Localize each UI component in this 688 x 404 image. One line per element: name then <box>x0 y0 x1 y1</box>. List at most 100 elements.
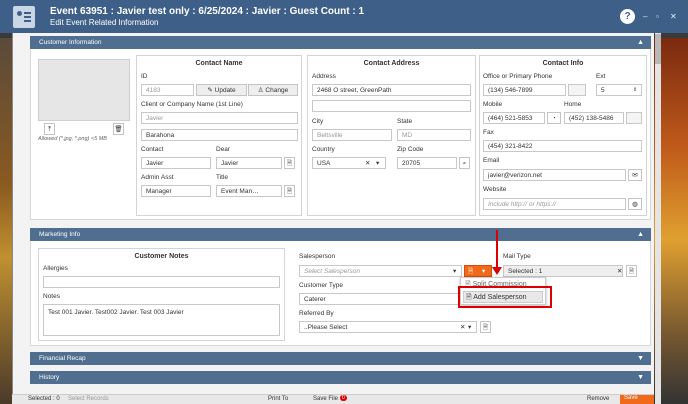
marketing-info-title: Marketing Info <box>39 231 81 238</box>
state-field[interactable]: MD <box>397 129 471 141</box>
address-field[interactable]: 2468 O street, GreenPath <box>312 84 471 96</box>
address-label: Address <box>312 73 336 80</box>
chevron-up-icon[interactable]: ▲ <box>637 36 644 49</box>
phone-action[interactable] <box>568 84 586 96</box>
customer-info-header[interactable]: Customer Information ▲ <box>30 36 651 49</box>
mail-type-value: Selected : 1 <box>508 268 543 275</box>
window-subtitle: Edit Event Related Information <box>50 18 159 27</box>
id-field[interactable]: 4183 <box>141 84 194 96</box>
client-label: Client or Company Name (1st Line) <box>141 101 243 108</box>
clear-icon[interactable]: ✕ <box>617 266 622 276</box>
chevron-up-icon[interactable]: ▲ <box>637 228 644 241</box>
country-select[interactable]: USA ✕ ▾ <box>312 157 386 169</box>
mail-type-label: Mail Type <box>503 253 531 260</box>
title-label: Title <box>216 174 229 181</box>
website-field[interactable]: Include http:// or https:// <box>483 198 626 210</box>
document-icon[interactable]: 🗎 <box>480 321 491 333</box>
clear-icon[interactable]: ✕ <box>460 322 465 332</box>
dear-label: Dear <box>216 146 231 153</box>
referred-by-label: Referred By <box>299 310 334 317</box>
mail-icon[interactable]: ✉ <box>628 169 642 181</box>
scrollbar-thumb[interactable] <box>655 34 661 64</box>
minimize-button[interactable]: – <box>643 12 647 21</box>
select-records[interactable]: Select Records <box>68 396 109 402</box>
pencil-icon: ✎ <box>207 87 215 94</box>
admin-asst-field[interactable]: Manager <box>141 185 211 197</box>
document-icon[interactable]: 🗎 <box>284 157 295 169</box>
window-title: Event 63951 : Javier test only : 6/25/20… <box>50 6 365 17</box>
address-line2-field[interactable] <box>312 100 471 112</box>
home-field[interactable]: (452) 138-5486 <box>564 112 624 124</box>
title-select[interactable]: Event Man… <box>216 185 282 197</box>
allergies-field[interactable] <box>43 276 280 288</box>
chevron-down-icon[interactable]: ▾ <box>468 322 471 332</box>
ext-label: Ext <box>596 73 606 80</box>
update-label: Update <box>214 87 236 94</box>
ext-field[interactable]: 5 ⇕ <box>596 84 642 96</box>
chevron-down-icon[interactable]: ▼ <box>637 352 644 365</box>
print-to-button[interactable]: Print To <box>268 396 288 402</box>
chevron-down-icon[interactable]: ▼ <box>637 371 644 384</box>
search-icon[interactable]: ⌕ <box>459 157 470 169</box>
country-label: Country <box>312 146 335 153</box>
scrollbar[interactable] <box>655 33 661 404</box>
city-label: City <box>312 118 324 125</box>
website-label: Website <box>483 186 507 193</box>
upload-icon[interactable]: ⤒ <box>44 123 55 135</box>
customer-info-title: Customer Information <box>39 39 102 46</box>
contact-card-icon <box>13 6 35 28</box>
contact-label: Contact <box>141 146 164 153</box>
zip-field[interactable]: 20705 <box>397 157 457 169</box>
salesperson-select[interactable]: Select Salesperson ▾ <box>299 265 462 277</box>
contact-info-title: Contact Info <box>542 60 584 67</box>
zip-label: Zip Code <box>397 146 424 153</box>
client-line1-field[interactable]: Javier <box>141 112 298 124</box>
contact-field[interactable]: Javier <box>141 157 211 169</box>
selected-count: Selected : 0 <box>28 396 60 402</box>
close-button[interactable]: ✕ <box>670 12 677 21</box>
help-button[interactable]: ? <box>620 9 635 24</box>
email-label: Email <box>483 157 500 164</box>
rss-icon[interactable]: ◔ <box>547 112 561 124</box>
state-label: State <box>397 118 413 125</box>
customer-notes-title: Customer Notes <box>134 253 189 260</box>
caret-down-icon: ▾ <box>482 268 486 275</box>
admin-asst-label: Admin Asst <box>141 174 174 181</box>
highlight-box <box>458 286 552 308</box>
mobile-field[interactable]: (464) 521-5853 <box>483 112 545 124</box>
marketing-info-header[interactable]: Marketing Info ▲ <box>30 228 651 241</box>
change-button[interactable]: ♙ Change <box>248 84 298 96</box>
salesperson-actions-button[interactable]: 🗎 ▾ <box>464 265 492 277</box>
maximize-button[interactable]: ▫ <box>656 12 659 21</box>
fax-field[interactable]: (454) 321-8422 <box>483 140 642 152</box>
referred-by-select[interactable]: ..Please Select ✕ ▾ <box>299 321 477 333</box>
notes-textarea[interactable]: Test 001 Javier. Test002 Javier. Test 00… <box>43 304 280 336</box>
footer-bar: Selected : 0 Select Records Print To Sav… <box>12 394 654 404</box>
phone-label: Office or Primary Phone <box>483 73 553 80</box>
client-line2-field[interactable]: Barahona <box>141 129 298 141</box>
document-icon: 🗎 <box>468 268 474 275</box>
home-action[interactable] <box>626 112 642 124</box>
phone-field[interactable]: (134) 546-7899 <box>483 84 566 96</box>
globe-icon[interactable]: ◍ <box>628 198 642 210</box>
update-button[interactable]: ✎ Update <box>196 84 247 96</box>
customer-type-select[interactable]: Caterer <box>299 293 462 305</box>
chevron-down-icon[interactable]: ▾ <box>453 266 456 276</box>
save-file-button[interactable]: Save File <box>313 396 338 402</box>
mail-type-select[interactable]: Selected : 1 ✕ <box>503 265 623 277</box>
remove-button[interactable]: Remove <box>587 396 609 402</box>
spinner-icon[interactable]: ⇕ <box>633 85 637 95</box>
financial-recap-header[interactable]: Financial Recap ▼ <box>30 352 651 365</box>
id-label: ID <box>141 73 148 80</box>
save-button[interactable]: Save <box>620 395 654 404</box>
document-icon[interactable]: 🗎 <box>626 265 637 277</box>
clear-icon[interactable]: ✕ <box>365 158 370 168</box>
history-header[interactable]: History ▼ <box>30 371 651 384</box>
chevron-down-icon[interactable]: ▾ <box>376 158 379 168</box>
trash-icon[interactable]: 🗑 <box>113 123 124 135</box>
city-field[interactable]: Beltsville <box>312 129 392 141</box>
dear-field[interactable]: Javier <box>216 157 282 169</box>
document-icon[interactable]: 🗎 <box>284 185 295 197</box>
email-field[interactable]: javier@verizon.net <box>483 169 626 181</box>
photo-placeholder <box>38 59 130 121</box>
